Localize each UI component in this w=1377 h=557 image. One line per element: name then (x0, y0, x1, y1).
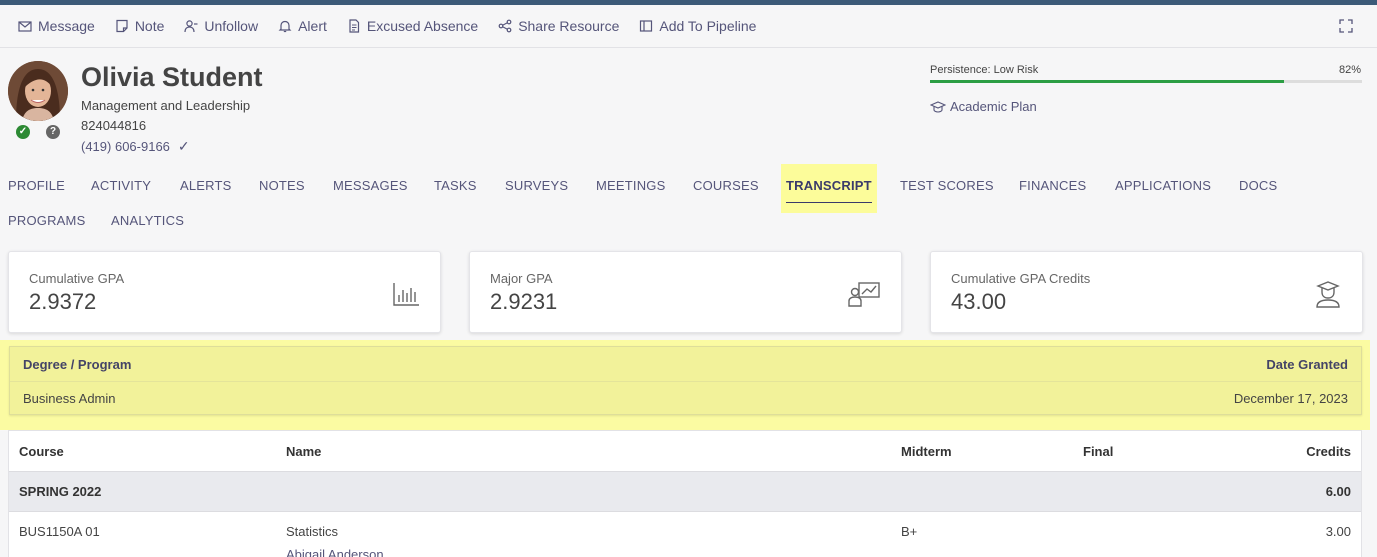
persistence-percent: 82% (1339, 64, 1362, 76)
date-granted-header: Date Granted (1266, 357, 1348, 372)
pipeline-icon (639, 19, 653, 33)
persistence-label: Persistence: Low Risk (930, 64, 1039, 76)
unfollow-button[interactable]: Unfollow (184, 18, 258, 34)
envelope-icon (18, 19, 32, 33)
add-to-pipeline-button[interactable]: Add To Pipeline (639, 18, 756, 34)
divider (10, 381, 1361, 382)
action-toolbar: Message Note Unfollow Alert Excused Abse… (0, 5, 1377, 48)
course-instructor-link[interactable]: Abigail Anderson (286, 547, 384, 557)
presentation-icon (848, 282, 880, 307)
name-header[interactable]: Name (286, 444, 321, 459)
degree-table: Degree / Program Date Granted Business A… (9, 346, 1362, 415)
bar-chart-icon (393, 283, 419, 306)
persistence-bar-fill (930, 80, 1285, 83)
tab-applications[interactable]: APPLICATIONS (1115, 177, 1211, 194)
credits-header[interactable]: Credits (1306, 444, 1351, 459)
major-gpa-card: Major GPA 2.9231 (469, 251, 902, 333)
alert-label: Alert (298, 18, 327, 34)
card-label: Cumulative GPA Credits (951, 271, 1091, 286)
tab-test-scores[interactable]: TEST SCORES (900, 177, 994, 194)
expand-icon[interactable] (1339, 19, 1353, 33)
card-value: 2.9231 (490, 289, 558, 314)
avatar[interactable] (8, 61, 68, 121)
tab-transcript-label: TRANSCRIPT (786, 178, 872, 193)
card-value: 43.00 (951, 289, 1007, 314)
share-icon (498, 19, 512, 33)
student-id: 824044816 (81, 118, 147, 133)
term-credits: 6.00 (1325, 484, 1351, 499)
tab-docs[interactable]: DOCS (1239, 177, 1277, 194)
message-label: Message (38, 18, 95, 34)
tab-meetings[interactable]: MEETINGS (596, 177, 666, 194)
graduation-cap-icon (930, 100, 946, 113)
checkmark-icon: ✓ (177, 138, 190, 154)
card-label: Cumulative GPA (29, 271, 125, 286)
tab-analytics[interactable]: ANALYTICS (111, 212, 184, 229)
tab-programs[interactable]: PROGRAMS (8, 212, 85, 229)
tab-tasks[interactable]: TASKS (434, 177, 477, 194)
tab-activity[interactable]: ACTIVITY (91, 177, 151, 194)
student-program: Management and Leadership (81, 98, 251, 113)
tab-finances[interactable]: FINANCES (1019, 177, 1086, 194)
bell-icon (278, 19, 292, 33)
verified-check-icon: ✓ (16, 125, 30, 139)
tab-notes[interactable]: NOTES (259, 177, 305, 194)
active-tab-underline (786, 202, 872, 203)
degree-highlight: Degree / Program Date Granted Business A… (0, 340, 1370, 430)
term-row: SPRING 2022 6.00 (9, 471, 1361, 512)
course-name: Statistics (286, 524, 339, 539)
course-midterm: B+ (901, 524, 918, 539)
help-icon[interactable]: ? (46, 125, 60, 139)
academic-plan-label: Academic Plan (950, 99, 1037, 114)
final-header[interactable]: Final (1083, 444, 1113, 459)
midterm-header[interactable]: Midterm (901, 444, 952, 459)
course-credits: 3.00 (1325, 524, 1351, 539)
academic-plan-link[interactable]: Academic Plan (930, 99, 1037, 114)
course-table: Course Name Midterm Final Credits SPRING… (8, 430, 1362, 557)
student-phone[interactable]: (419) 606-9166 ✓ (81, 138, 190, 155)
user-minus-icon (184, 19, 198, 33)
tab-alerts[interactable]: ALERTS (180, 177, 232, 194)
add-to-pipeline-label: Add To Pipeline (659, 18, 757, 34)
excused-absence-button[interactable]: Excused Absence (347, 18, 478, 34)
course-code: BUS1150A 01 (19, 524, 100, 539)
tab-transcript[interactable]: TRANSCRIPT (781, 164, 877, 213)
document-icon (347, 19, 361, 33)
tab-courses[interactable]: COURSES (693, 177, 759, 194)
alert-button[interactable]: Alert (278, 18, 327, 34)
persistence-bar (930, 80, 1362, 83)
note-label: Note (134, 18, 165, 34)
student-name: Olivia Student (81, 62, 263, 92)
share-resource-label: Share Resource (518, 18, 620, 34)
cumulative-gpa-credits-card: Cumulative GPA Credits 43.00 (930, 251, 1363, 333)
course-header[interactable]: Course (19, 444, 64, 459)
share-resource-button[interactable]: Share Resource (498, 18, 619, 34)
term-name: SPRING 2022 (19, 484, 102, 499)
phone-number[interactable]: (419) 606-9166 (81, 139, 170, 154)
degree-program-value: Business Admin (23, 391, 116, 406)
degree-program-header: Degree / Program (23, 357, 132, 372)
date-granted-value: December 17, 2023 (1233, 391, 1348, 406)
note-button[interactable]: Note (115, 18, 165, 34)
card-label: Major GPA (490, 271, 553, 286)
unfollow-label: Unfollow (204, 18, 259, 34)
tab-messages[interactable]: MESSAGES (333, 177, 408, 194)
graduate-icon (1316, 281, 1340, 308)
tab-profile[interactable]: PROFILE (8, 177, 65, 194)
note-icon (115, 19, 129, 33)
tab-surveys[interactable]: SURVEYS (505, 177, 568, 194)
card-value: 2.9372 (29, 289, 97, 314)
message-button[interactable]: Message (18, 18, 95, 34)
excused-absence-label: Excused Absence (366, 18, 479, 34)
cumulative-gpa-card: Cumulative GPA 2.9372 (8, 251, 441, 333)
